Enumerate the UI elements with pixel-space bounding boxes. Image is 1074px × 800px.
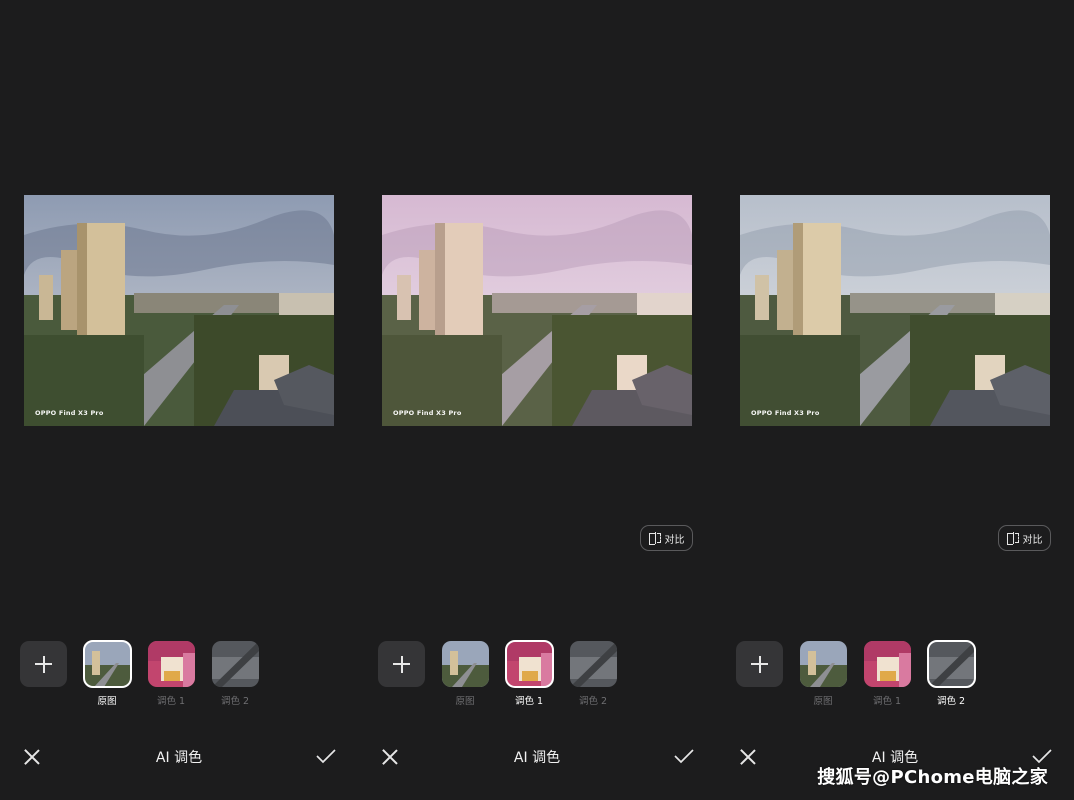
thumb-label: 调色 1: [514, 696, 544, 707]
thumb-label: 调色 1: [872, 696, 902, 707]
add-filter-button[interactable]: [378, 641, 425, 687]
compare-label: 对比: [664, 534, 685, 546]
thumb-tone-2[interactable]: [927, 640, 976, 688]
thumb-original[interactable]: [442, 641, 489, 687]
check-icon[interactable]: [673, 748, 695, 764]
thumb-tone-1[interactable]: [505, 640, 554, 688]
plus-icon: [751, 655, 768, 673]
thumb-label: 原图: [813, 696, 833, 707]
thumb-label: 原图: [455, 696, 475, 707]
compare-label: 对比: [1022, 534, 1043, 546]
thumb-label: 调色 2: [578, 696, 608, 707]
site-watermark: 搜狐号@PChome电脑之家: [817, 767, 1048, 788]
thumb-tone-2[interactable]: [570, 641, 617, 687]
compare-button[interactable]: 对比: [998, 525, 1051, 551]
thumb-label: 原图: [97, 696, 117, 707]
page-title: AI 调色: [513, 750, 561, 766]
plus-icon: [35, 655, 52, 673]
thumb-label: 调色 2: [936, 696, 966, 707]
editor-panel-original: OPPO Find X3 Pro 原图 调色 1 调色 2 AI 调色: [0, 0, 358, 800]
thumb-original[interactable]: [83, 640, 132, 688]
add-filter-button[interactable]: [736, 641, 783, 687]
compare-icon: [1006, 531, 1019, 545]
compare-icon: [648, 531, 661, 545]
check-icon[interactable]: [315, 748, 337, 764]
thumb-original[interactable]: [800, 641, 847, 687]
photo-preview: OPPO Find X3 Pro: [740, 195, 1050, 426]
add-filter-button[interactable]: [20, 641, 67, 687]
thumb-tone-2[interactable]: [212, 641, 259, 687]
plus-icon: [393, 655, 410, 673]
compare-button[interactable]: 对比: [640, 525, 693, 551]
photo-preview: OPPO Find X3 Pro: [382, 195, 692, 426]
camera-watermark: OPPO Find X3 Pro: [393, 409, 462, 417]
check-icon[interactable]: [1031, 748, 1053, 764]
editor-panel-tone-2: OPPO Find X3 Pro 对比 原图 调色 1 调色 2 AI 调色: [716, 0, 1074, 800]
camera-watermark: OPPO Find X3 Pro: [751, 409, 820, 417]
editor-panel-tone-1: OPPO Find X3 Pro 对比 原图 调色 1 调色 2 AI 调色: [358, 0, 716, 800]
page-title: AI 调色: [155, 750, 203, 766]
camera-watermark: OPPO Find X3 Pro: [35, 409, 104, 417]
thumb-label: 调色 1: [156, 696, 186, 707]
thumb-tone-1[interactable]: [864, 641, 911, 687]
thumb-label: 调色 2: [220, 696, 250, 707]
thumb-tone-1[interactable]: [148, 641, 195, 687]
photo-preview: OPPO Find X3 Pro: [24, 195, 334, 426]
